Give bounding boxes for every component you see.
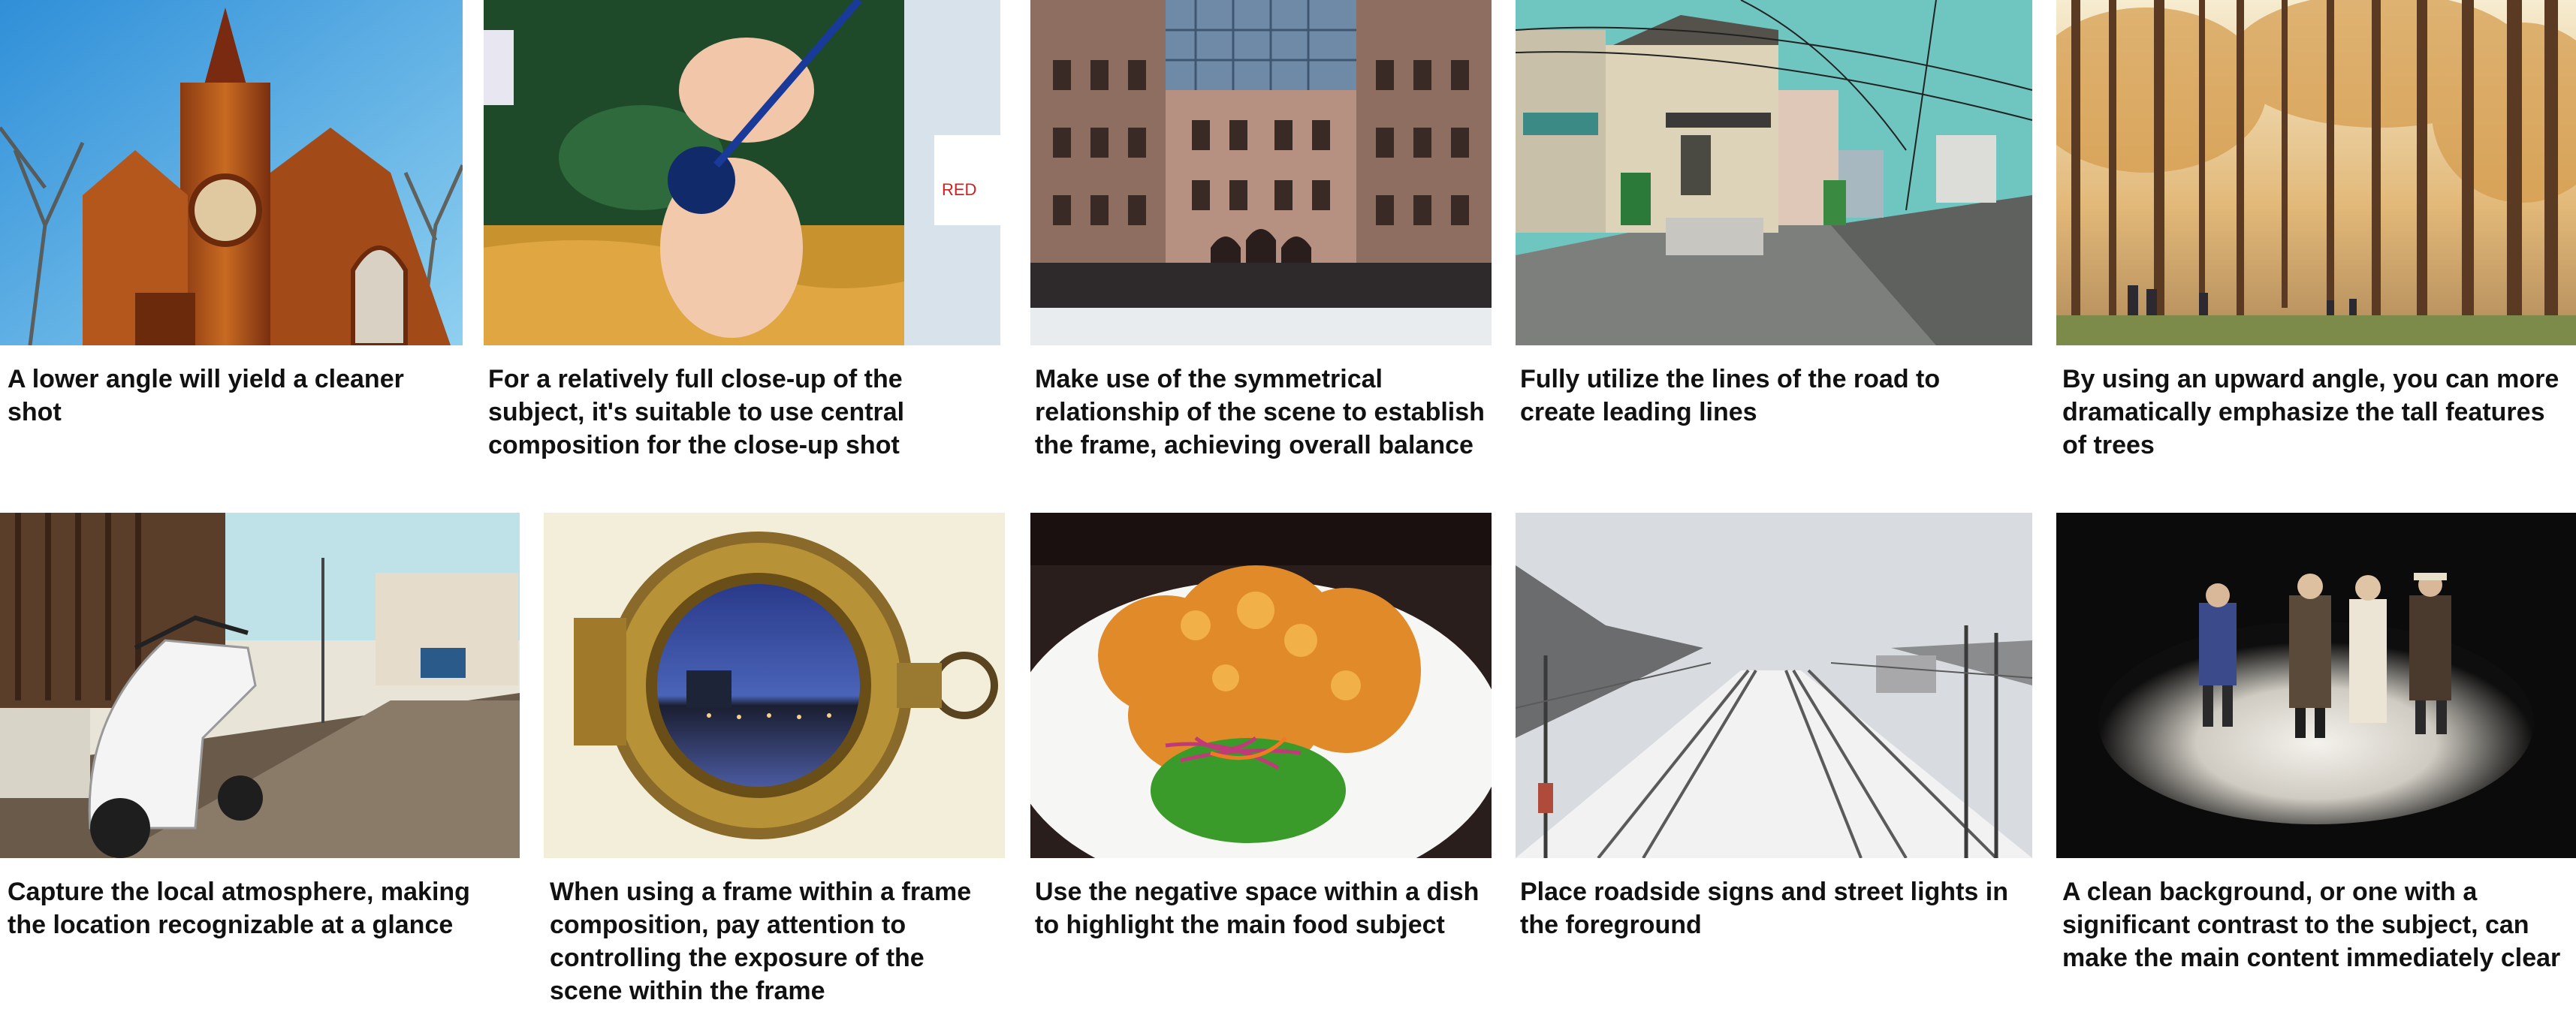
- svg-text:RED: RED: [942, 180, 976, 199]
- snowy-railway-photo: [1516, 513, 2032, 858]
- tip-caption: Use the negative space within a dish to …: [1035, 878, 1480, 939]
- tip-caption: Make use of the symmetrical relationship…: [1035, 365, 1485, 459]
- tip-caption: A clean background, or one with a signif…: [2062, 878, 2561, 972]
- tip-caption: Fully utilize the lines of the road to c…: [1520, 365, 1941, 426]
- figurines-spotlight-photo: [2056, 513, 2576, 858]
- symmetrical-building-photo: [1030, 0, 1492, 345]
- tip-caption: By using an upward angle, you can more d…: [2062, 365, 2559, 459]
- tip-caption: A lower angle will yield a cleaner shot: [8, 365, 404, 426]
- street-house-photo: [1516, 0, 2032, 345]
- tip-caption: Capture the local atmosphere, making the…: [8, 878, 470, 939]
- scooter-street-photo: [0, 513, 520, 858]
- porthole-photo: [544, 513, 1005, 858]
- tip-caption: When using a frame within a frame compos…: [550, 878, 972, 1005]
- tip-caption: Place roadside signs and street lights i…: [1520, 878, 2008, 939]
- fried-food-dish-photo: [1030, 513, 1492, 858]
- tip-caption: For a relatively full close-up of the su…: [488, 365, 905, 459]
- painting-closeup-photo: RED: [484, 0, 1000, 345]
- tall-trees-photo: [2056, 0, 2576, 345]
- church-photo: [0, 0, 463, 345]
